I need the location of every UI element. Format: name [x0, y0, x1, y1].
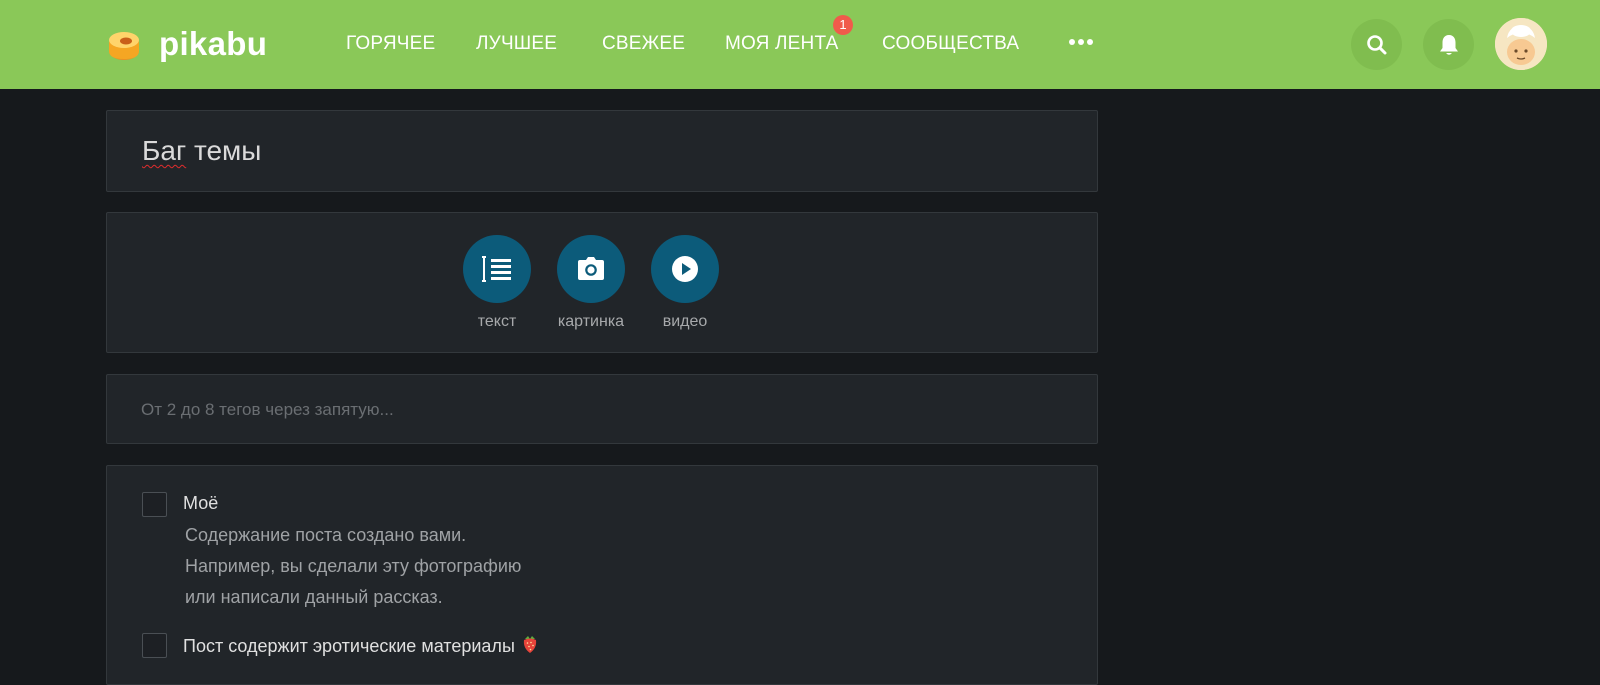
add-video-button[interactable]: видео	[635, 235, 735, 331]
pikabu-logo[interactable]: pikabu	[104, 22, 267, 66]
nav-communities[interactable]: СООБЩЕСТВА	[882, 33, 1019, 55]
own-content-description: Содержание поста создано вами. Например,…	[185, 520, 521, 613]
erotic-content-label: Пост содержит эротические материалы	[183, 636, 515, 656]
post-title-text[interactable]: Баг темы	[142, 135, 261, 167]
own-content-description-line: Содержание поста создано вами.	[185, 525, 467, 545]
title-misspelled-word: Баг	[142, 135, 187, 166]
add-image-button[interactable]: картинка	[541, 235, 641, 331]
top-navigation-bar: pikabu ГОРЯЧЕЕ ЛУЧШЕЕ СВЕЖЕЕ МОЯ ЛЕНТА 1…	[0, 0, 1600, 89]
feed-notification-badge: 1	[833, 15, 853, 35]
add-text-button[interactable]: текст	[447, 235, 547, 331]
play-icon	[672, 256, 698, 282]
logo-text: pikabu	[159, 25, 268, 62]
nav-fresh[interactable]: СВЕЖЕЕ	[602, 33, 685, 55]
add-image-label: картинка	[557, 313, 625, 330]
strawberry-icon	[523, 636, 537, 653]
erotic-content-option[interactable]: Пост содержит эротические материалы	[183, 634, 538, 657]
own-content-checkbox[interactable]	[142, 492, 167, 517]
post-title-field[interactable]: Баг темы	[106, 110, 1098, 192]
bell-icon	[1439, 34, 1458, 55]
avatar-image-icon	[1495, 18, 1547, 70]
video-button-circle[interactable]	[651, 235, 719, 303]
own-content-description-line: Например, вы сделали эту фотографию	[185, 556, 522, 576]
title-word: темы	[186, 135, 262, 166]
more-dots-icon[interactable]	[1068, 38, 1094, 46]
camera-icon	[578, 257, 604, 280]
nav-my-feed[interactable]: МОЯ ЛЕНТА	[725, 33, 839, 55]
own-content-description-line: или написали данный рассказ.	[185, 587, 443, 607]
text-button-circle[interactable]	[463, 235, 531, 303]
user-avatar[interactable]	[1495, 18, 1547, 70]
tags-panel	[106, 374, 1098, 444]
nav-hot[interactable]: ГОРЯЧЕЕ	[346, 33, 435, 55]
search-icon	[1366, 34, 1386, 54]
erotic-content-checkbox[interactable]	[142, 633, 167, 658]
own-content-label[interactable]: Моё	[183, 493, 218, 514]
image-button-circle[interactable]	[557, 235, 625, 303]
post-options-panel: Моё Содержание поста создано вами. Напри…	[106, 465, 1098, 685]
add-video-label: видео	[662, 313, 708, 330]
text-block-icon	[482, 256, 511, 282]
add-text-label: текст	[477, 313, 517, 330]
search-button[interactable]	[1351, 19, 1402, 70]
add-content-panel: текст картинка видео	[106, 212, 1098, 353]
notifications-button[interactable]	[1423, 19, 1474, 70]
tags-input[interactable]	[141, 397, 1041, 423]
pikabu-logo-icon	[109, 32, 139, 60]
nav-best[interactable]: ЛУЧШЕЕ	[476, 33, 557, 55]
